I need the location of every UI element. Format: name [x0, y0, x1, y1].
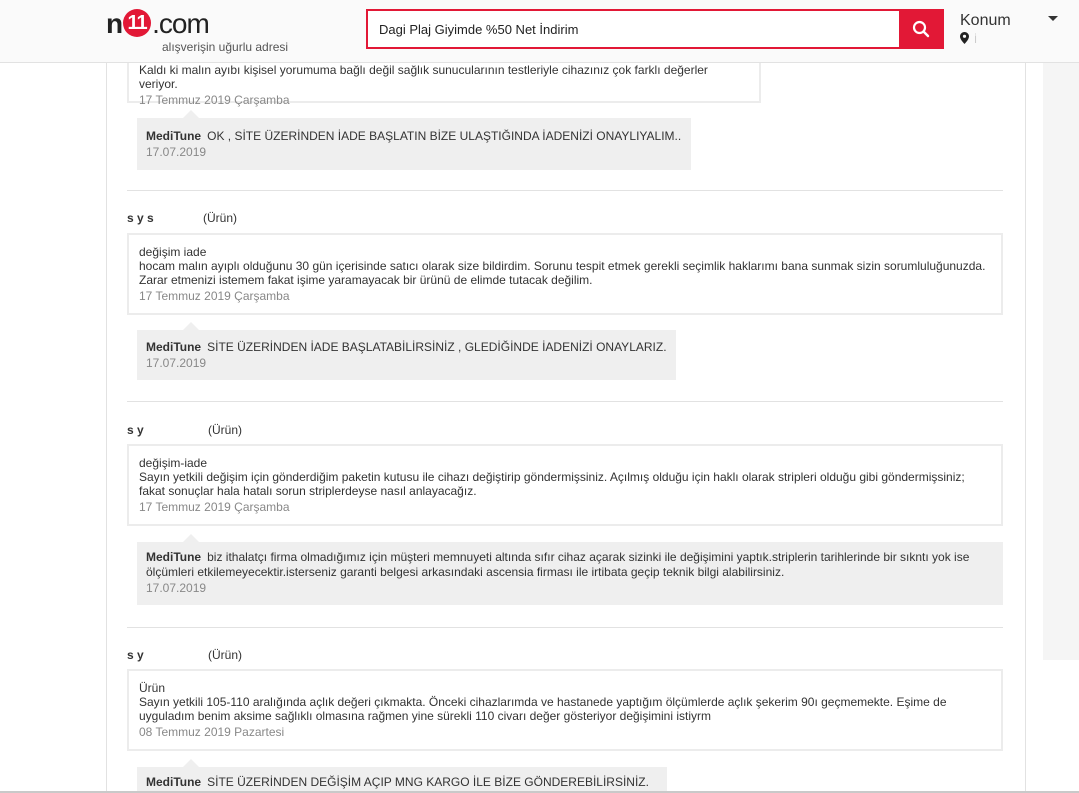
- site-header: n11.com alışverişin uğurlu adresi Konum …: [0, 0, 1079, 63]
- answer-text: OK , SİTE ÜZERİNDEN İADE BAŞLATIN BİZE U…: [207, 129, 682, 143]
- question-title: Ürün: [139, 681, 166, 695]
- question-date: 17 Temmuz 2019 Çarşamba: [139, 500, 290, 514]
- chevron-down-icon: [1048, 16, 1058, 21]
- answer-text: SİTE ÜZERİNDEN DEĞİŞİM AÇIP MNG KARGO İL…: [207, 775, 649, 789]
- question-date: 08 Temmuz 2019 Pazartesi: [139, 725, 285, 739]
- question-box: değişim iade hocam malın ayıplı olduğunu…: [127, 233, 1003, 315]
- answer-text: biz ithalatçı firma olmadığımız için müş…: [146, 550, 970, 579]
- answer-pointer: [183, 322, 199, 330]
- search-button[interactable]: [899, 9, 944, 49]
- seller-name[interactable]: MediTune: [146, 129, 201, 143]
- author-name: s y: [127, 423, 144, 437]
- question-author: s y (Ürün): [127, 648, 242, 662]
- location-label: Konum: [960, 12, 1011, 29]
- location-selector[interactable]: Konum İ: [960, 12, 1070, 52]
- divider: [127, 190, 1003, 191]
- question-text: Kaldı ki malın ayıbı kişisel yorumuma ba…: [139, 63, 708, 91]
- seller-answer-box: MediTune OK , SİTE ÜZERİNDEN İADE BAŞLATI…: [137, 110, 691, 170]
- author-name: s y: [127, 648, 144, 662]
- question-text: Sayın yetkili değişim için gönderdiğim p…: [139, 470, 965, 498]
- logo-n: n: [106, 8, 123, 39]
- question-box: değişim-iade Sayın yetkili değişim için …: [127, 444, 1003, 526]
- seller-name[interactable]: MediTune: [146, 340, 201, 354]
- question-author: s y (Ürün): [127, 423, 242, 437]
- seller-answer-box: MediTune SİTE ÜZERİNDEN İADE BAŞLATABİLİR…: [137, 322, 676, 380]
- answer-text: SİTE ÜZERİNDEN İADE BAŞLATABİLİRSİNİZ , …: [207, 340, 667, 354]
- seller-name[interactable]: MediTune: [146, 775, 201, 789]
- divider: [127, 627, 1003, 628]
- right-side-panel: [1043, 62, 1079, 660]
- author-name: s y s: [127, 211, 154, 225]
- map-pin-icon: [960, 32, 969, 44]
- search-bar: [366, 9, 944, 49]
- answer-date: 17.07.2019: [146, 356, 207, 370]
- question-type-tag: (Ürün): [208, 648, 243, 662]
- question-type-tag: (Ürün): [208, 423, 243, 437]
- question-date: 17 Temmuz 2019 Çarşamba: [139, 93, 290, 107]
- logo-tagline: alışverişin uğurlu adresi: [162, 40, 289, 54]
- n11-logo[interactable]: n 11 .com alışverişin uğurlu adresi: [106, 6, 288, 56]
- logo-com: .com: [152, 8, 210, 39]
- logo-wordmark: n 11 .com: [106, 8, 210, 40]
- question-box: Ürün Sayın yetkili 105-110 aralığında aç…: [127, 669, 1003, 751]
- location-value: İ: [974, 34, 978, 46]
- question-author: s y s (Ürün): [127, 211, 237, 225]
- question-text: Sayın yetkili 105-110 aralığında açlık d…: [139, 695, 947, 723]
- seller-answer-box: MediTune biz ithalatçı firma olmadığımız …: [137, 534, 1003, 605]
- ladybug-icon: 11: [123, 8, 152, 37]
- answer-pointer: [183, 759, 199, 767]
- answer-date: 17.07.2019: [146, 145, 207, 159]
- search-icon: [912, 20, 930, 38]
- question-title: değişim iade: [139, 245, 207, 259]
- seller-name[interactable]: MediTune: [146, 550, 201, 564]
- answer-date: 17.07.2019: [146, 581, 207, 595]
- question-text: hocam malın ayıplı olduğunu 30 gün içeri…: [139, 259, 986, 287]
- seller-answer-box: MediTune SİTE ÜZERİNDEN DEĞİŞİM AÇIP MNG …: [137, 759, 667, 791]
- search-input[interactable]: [366, 9, 910, 49]
- answer-pointer: [183, 110, 199, 118]
- question-type-tag: (Ürün): [203, 211, 238, 225]
- answer-pointer: [183, 534, 199, 542]
- question-title: değişim-iade: [139, 456, 208, 470]
- divider: [127, 401, 1003, 402]
- question-date: 17 Temmuz 2019 Çarşamba: [139, 289, 290, 303]
